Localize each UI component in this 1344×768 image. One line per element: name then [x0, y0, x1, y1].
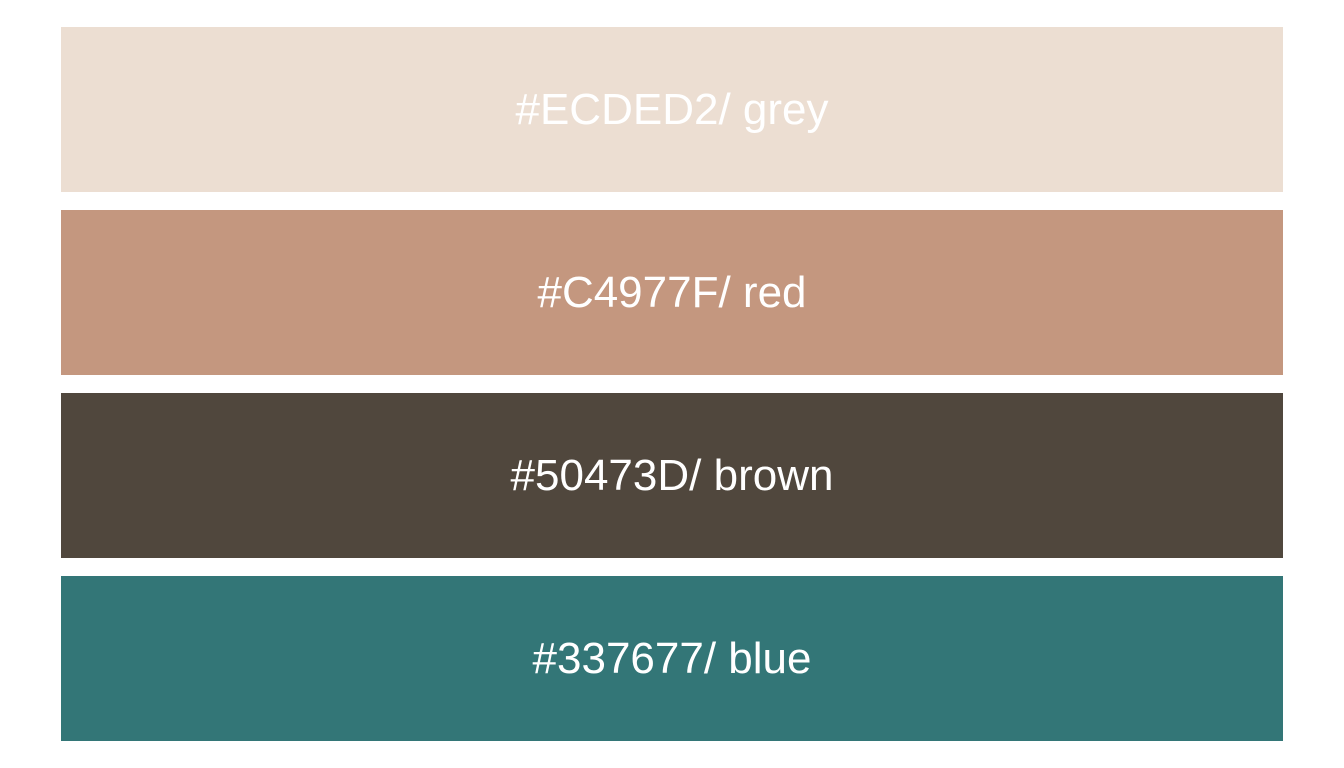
swatch-grey-label: #ECDED2/ grey — [515, 84, 829, 134]
swatch-blue-label: #337677/ blue — [532, 633, 812, 683]
swatch-red: #C4977F/ red — [61, 210, 1283, 375]
color-palette: #ECDED2/ grey #C4977F/ red #50473D/ brow… — [61, 27, 1283, 741]
swatch-brown-label: #50473D/ brown — [510, 450, 834, 500]
swatch-red-label: #C4977F/ red — [537, 267, 807, 317]
swatch-blue: #337677/ blue — [61, 576, 1283, 741]
swatch-brown: #50473D/ brown — [61, 393, 1283, 558]
swatch-grey: #ECDED2/ grey — [61, 27, 1283, 192]
